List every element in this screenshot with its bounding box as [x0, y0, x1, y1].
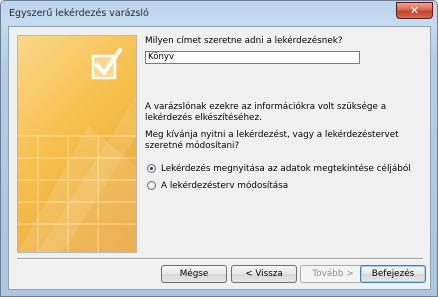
wizard-illustration [17, 35, 137, 253]
radio-button-selected[interactable] [147, 164, 156, 173]
wizard-window: Egyszerű lekérdezés varázsló ✕ Milyen cí… [0, 0, 438, 297]
dialog-client-area: Milyen címet szeretne adni a lekérdezésn… [8, 26, 431, 290]
radio-open-query-label: Lekérdezés megnyitása az adatok megtekin… [161, 164, 411, 174]
finish-button[interactable]: Befejezés [360, 265, 426, 283]
close-icon: ✕ [409, 4, 420, 17]
checkbox-check-icon [91, 48, 122, 80]
query-title-input[interactable]: Könyv [145, 51, 360, 64]
cancel-button[interactable]: Mégse [161, 265, 227, 283]
query-title-label: Milyen címet szeretne adni a lekérdezésn… [145, 36, 343, 46]
wizard-graphic [18, 48, 136, 252]
back-button[interactable]: < Vissza [231, 265, 297, 283]
separator [17, 258, 423, 260]
close-button[interactable]: ✕ [396, 2, 433, 19]
window-title: Egyszerű lekérdezés varázsló [9, 8, 149, 19]
radio-modify-design-label: A lekérdezésterv módosítása [161, 181, 289, 191]
info-text-2: Meg kívánja nyitni a lekérdezést, vagy a… [145, 130, 399, 151]
next-button[interactable]: Tovább > [300, 265, 366, 283]
radio-open-query[interactable]: Lekérdezés megnyitása az adatok megtekin… [147, 163, 417, 175]
title-bar[interactable]: Egyszerű lekérdezés varázsló ✕ [1, 1, 437, 26]
wizard-content: Milyen címet szeretne adni a lekérdezésn… [145, 27, 425, 257]
info-text-1: A varázslónak ezekre az információkra vo… [145, 102, 387, 123]
radio-modify-design[interactable]: A lekérdezésterv módosítása [147, 180, 417, 192]
radio-button-unselected[interactable] [147, 181, 156, 190]
